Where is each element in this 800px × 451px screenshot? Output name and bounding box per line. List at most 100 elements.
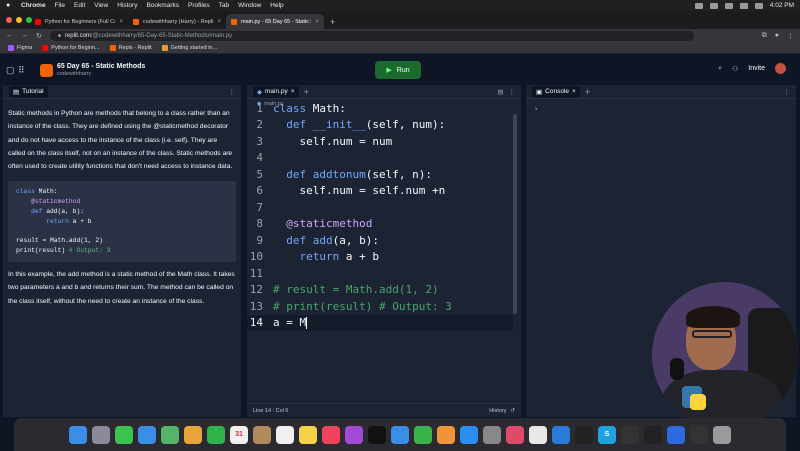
console-prompt[interactable]: › — [526, 99, 796, 119]
invite-button[interactable]: Invite — [748, 65, 765, 72]
close-icon[interactable]: × — [291, 88, 295, 95]
dock-facetime-icon[interactable] — [207, 425, 225, 444]
more-icon[interactable]: ⋮ — [229, 88, 236, 96]
dock-mail-icon[interactable] — [138, 425, 156, 444]
dock-photos-icon[interactable] — [184, 425, 202, 444]
menu-profiles[interactable]: Profiles — [188, 2, 210, 9]
dock-chrome-icon[interactable] — [529, 425, 547, 444]
search-icon[interactable] — [739, 2, 748, 9]
format-icon[interactable]: ▤ — [497, 88, 503, 96]
code-line[interactable]: 11 — [247, 265, 513, 282]
code-line[interactable]: 10 return a + b — [247, 249, 513, 266]
zoom-window-button[interactable] — [26, 17, 32, 23]
forward-icon[interactable]: → — [21, 32, 28, 39]
dock-launchpad-icon[interactable] — [92, 425, 110, 444]
tab-tutorial[interactable]: ▤ Tutorial — [9, 85, 48, 98]
dock-skype-icon[interactable]: S — [598, 425, 616, 444]
close-window-button[interactable] — [6, 17, 12, 23]
dock-maps-icon[interactable] — [161, 425, 179, 444]
menu-view[interactable]: View — [94, 2, 108, 9]
code-line[interactable]: 9 def add(a, b): — [247, 232, 513, 249]
search-icon[interactable]: ⌕ — [718, 65, 722, 73]
tab-main-py[interactable]: ◆ main.py × — [253, 85, 299, 98]
menu-app[interactable]: Chrome — [21, 2, 46, 9]
bookmark-python[interactable]: Python for Beginn... — [42, 44, 100, 51]
menu-history[interactable]: History — [117, 2, 137, 9]
close-icon[interactable]: × — [119, 19, 123, 25]
clock[interactable]: 4:02 PM — [770, 2, 794, 9]
code-line[interactable]: 13 # print(result) # Output: 3 — [247, 298, 513, 315]
menu-edit[interactable]: Edit — [74, 2, 85, 9]
project-info[interactable]: 65 Day 65 - Static Methods codewithharry — [57, 63, 145, 77]
code-line[interactable]: 1 class Math: — [247, 100, 513, 117]
menu-file[interactable]: File — [55, 2, 65, 9]
code-line[interactable]: 4 — [247, 150, 513, 167]
control-center-icon[interactable] — [754, 2, 763, 9]
dock-keynote-icon[interactable] — [391, 425, 409, 444]
browser-tab-main-py[interactable]: main.py - 65 Day 65 - Static M × — [226, 14, 324, 29]
browser-tab-replit-profile[interactable]: codewithharry (Harry) - Replit × — [128, 14, 226, 29]
code-line[interactable]: 7 — [247, 199, 513, 216]
dock-zoom-icon[interactable] — [667, 425, 685, 444]
address-bar[interactable]: ■ replit.com/@codewithharry/65-Day-65-St… — [49, 30, 694, 41]
close-icon[interactable]: × — [315, 19, 319, 25]
bookmark-repls[interactable]: Repls - Replit — [109, 44, 152, 51]
bookmark-figma[interactable]: Figma — [8, 44, 32, 51]
dock-podcasts-icon[interactable] — [345, 425, 363, 444]
more-icon[interactable]: ⋮ — [509, 88, 516, 96]
more-icon[interactable]: ⋮ — [784, 88, 791, 96]
battery-icon[interactable] — [709, 2, 718, 9]
code-line[interactable]: 3 self.num = num — [247, 133, 513, 150]
history-button[interactable]: History ↺ — [489, 408, 515, 414]
dock-calendar-icon[interactable]: 31 — [230, 425, 248, 444]
menu-bookmarks[interactable]: Bookmarks — [146, 2, 179, 9]
dock-app-g-icon[interactable] — [644, 425, 662, 444]
code-line[interactable]: 2 def __init__(self, num): — [247, 117, 513, 134]
dock-notes-icon[interactable] — [299, 425, 317, 444]
editor-scrollbar[interactable] — [513, 114, 517, 314]
dock-contacts-icon[interactable] — [253, 425, 271, 444]
chrome-menu-icon[interactable]: ⋮ — [787, 32, 794, 40]
dock-messages-icon[interactable] — [115, 425, 133, 444]
dock-settings-icon[interactable] — [483, 425, 501, 444]
code-line[interactable]: 8 @staticmethod — [247, 216, 513, 233]
apps-grid-icon[interactable]: ⠿ — [18, 65, 30, 76]
dock-numbers-icon[interactable] — [414, 425, 432, 444]
code-line[interactable]: 6 self.num = self.num +n — [247, 183, 513, 200]
dock-notion-icon[interactable] — [506, 425, 524, 444]
dock-trash-icon[interactable] — [713, 425, 731, 444]
add-tab-button[interactable]: + — [304, 87, 309, 97]
code-line[interactable]: 5 def addtonum(self, n): — [247, 166, 513, 183]
menu-tab[interactable]: Tab — [219, 2, 229, 9]
menu-window[interactable]: Window — [238, 2, 261, 9]
reload-icon[interactable]: ↻ — [36, 32, 42, 40]
dock-vscode-icon[interactable] — [552, 425, 570, 444]
dock-terminal-icon[interactable] — [575, 425, 593, 444]
profile-avatar[interactable]: ● — [775, 32, 779, 39]
add-tab-button[interactable]: + — [585, 87, 590, 97]
dock-pages-icon[interactable] — [437, 425, 455, 444]
dock-reminders-icon[interactable] — [276, 425, 294, 444]
repl-logo[interactable] — [40, 63, 53, 77]
dock-obs-icon[interactable] — [621, 425, 639, 444]
tab-console[interactable]: ▣ Console × — [532, 85, 580, 98]
bookmark-getting-started[interactable]: Getting started in... — [161, 44, 217, 51]
record-icon[interactable] — [694, 2, 703, 9]
avatar[interactable] — [775, 63, 786, 74]
dock-finder-icon[interactable] — [69, 425, 87, 444]
dock-tv-icon[interactable] — [368, 425, 386, 444]
new-tab-button[interactable]: + — [324, 17, 341, 29]
browser-tab-youtube[interactable]: Python for Beginners (Full Co × — [30, 14, 128, 29]
code-line[interactable]: 12 # result = Math.add(1, 2) — [247, 282, 513, 299]
code-editor[interactable]: 1 class Math: 2 def __init__(self, num): 3 … — [247, 102, 521, 398]
dock-app-store-icon[interactable] — [460, 425, 478, 444]
close-icon[interactable]: × — [572, 88, 576, 95]
extensions-icon[interactable]: ⧉ — [762, 32, 767, 40]
wifi-icon[interactable] — [724, 2, 733, 9]
dock-app-dark-icon[interactable] — [690, 425, 708, 444]
back-icon[interactable]: ← — [6, 32, 13, 39]
code-line[interactable]: 14 a = M — [247, 314, 513, 331]
menu-help[interactable]: Help — [270, 2, 283, 9]
minimize-window-button[interactable] — [16, 17, 22, 23]
close-icon[interactable]: × — [217, 19, 221, 25]
